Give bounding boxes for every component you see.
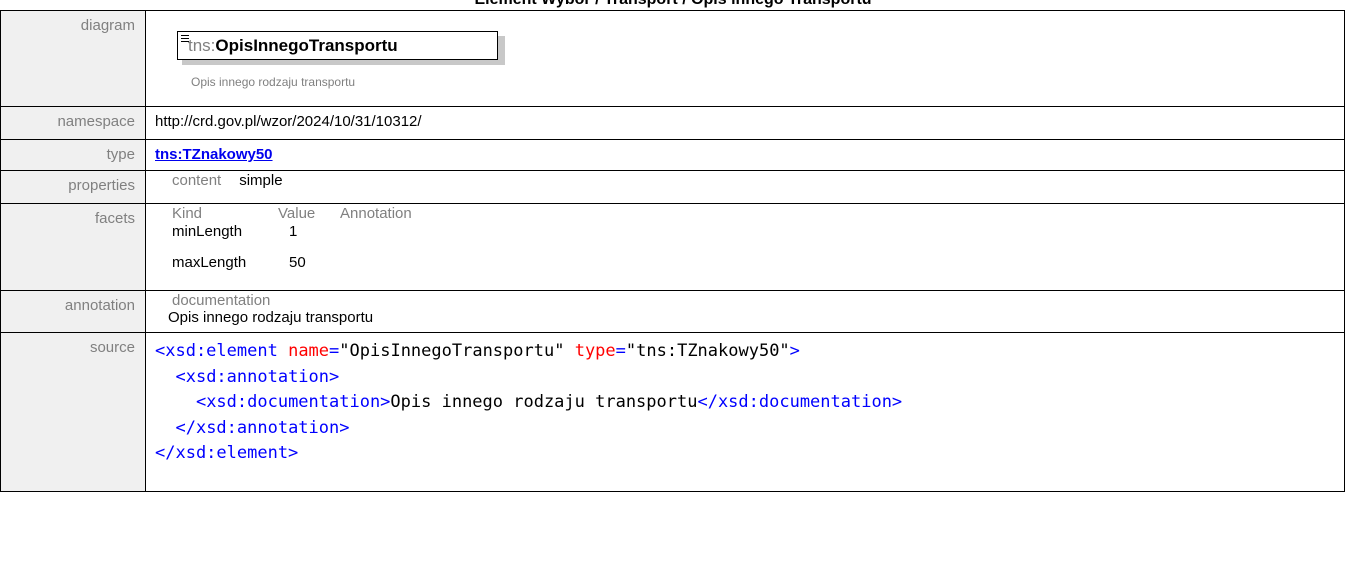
xml-attr-name: name <box>288 341 330 361</box>
properties-cell: content simple <box>145 170 1345 204</box>
annotation-value: Opis innego rodzaju transportu <box>168 309 374 326</box>
diagram-cell: tns:OpisInnegoTransportu Opis innego rod… <box>145 10 1345 107</box>
element-box: tns:OpisInnegoTransportu <box>177 31 498 60</box>
properties-key: content <box>172 172 222 189</box>
type-row: type tns:TZnakowy50 <box>0 139 1345 171</box>
xml-text: Opis innego rodzaju transportu <box>390 392 698 412</box>
xml-tag: </xsd:element> <box>155 443 299 463</box>
properties-label: properties <box>0 170 146 204</box>
schema-doc-table: diagram tns:OpisInnegoTransportu Opis in… <box>0 10 1345 492</box>
source-cell: <xsd:element name="OpisInnegoTransportu"… <box>145 332 1345 492</box>
namespace-value: http://crd.gov.pl/wzor/2024/10/31/10312/ <box>145 106 1345 140</box>
type-cell: tns:TZnakowy50 <box>145 139 1345 171</box>
facet-row: minLength 1 <box>172 222 1344 253</box>
source-row: source <xsd:element name="OpisInnegoTran… <box>0 332 1345 492</box>
facets-header: Kind Value Annotation <box>172 205 1344 222</box>
xml-tag: <xsd:element <box>155 341 278 361</box>
xml-tag: </xsd:annotation> <box>175 417 350 438</box>
xml-tag: <xsd:annotation> <box>175 366 340 387</box>
facets-row: facets Kind Value Annotation minLength 1… <box>0 203 1345 291</box>
xml-attr-value: "OpisInnegoTransportu" <box>339 341 565 361</box>
source-code: <xsd:element name="OpisInnegoTransportu"… <box>155 333 1344 467</box>
page-title: Element Wybor / Transport / Opis innego … <box>0 0 1346 9</box>
annotation-label: annotation <box>0 290 146 333</box>
facet-value: 50 <box>289 254 306 271</box>
xml-tag: > <box>789 341 800 361</box>
annotation-key: documentation <box>172 292 271 309</box>
xml-eq: = <box>329 341 340 361</box>
element-description: Opis innego rodzaju transportu <box>191 75 356 89</box>
facet-kind: minLength <box>172 223 243 240</box>
element-diagram-box: tns:OpisInnegoTransportu <box>177 31 505 65</box>
properties-value: simple <box>239 172 283 189</box>
properties-row: properties content simple <box>0 170 1345 204</box>
facet-kind: maxLength <box>172 254 247 271</box>
facets-label: facets <box>0 203 146 291</box>
xml-attr-name: type <box>574 341 616 361</box>
diagram-label: diagram <box>0 10 146 107</box>
source-label: source <box>0 332 146 492</box>
namespace-row: namespace http://crd.gov.pl/wzor/2024/10… <box>0 106 1345 140</box>
element-prefix: tns: <box>188 36 216 55</box>
annotation-row: annotation documentation Opis innego rod… <box>0 290 1345 333</box>
facets-header-annotation: Annotation <box>340 205 412 222</box>
facet-value: 1 <box>289 223 298 240</box>
facets-cell: Kind Value Annotation minLength 1 maxLen… <box>145 203 1345 291</box>
xml-tag: </xsd:documentation> <box>697 392 903 412</box>
type-label: type <box>0 139 146 171</box>
xml-eq: = <box>615 341 626 361</box>
annotation-cell: documentation Opis innego rodzaju transp… <box>145 290 1345 333</box>
element-name: OpisInnegoTransportu <box>215 36 398 55</box>
diagram-row: diagram tns:OpisInnegoTransportu Opis in… <box>0 10 1345 107</box>
lines-icon <box>181 35 189 42</box>
namespace-label: namespace <box>0 106 146 140</box>
facets-header-kind: Kind <box>172 205 203 222</box>
type-link[interactable]: tns:TZnakowy50 <box>155 146 273 163</box>
facet-row: maxLength 50 <box>172 253 1344 277</box>
xml-attr-value: "tns:TZnakowy50" <box>625 341 790 361</box>
xml-tag: <xsd:documentation> <box>195 392 391 412</box>
facets-header-value: Value <box>278 205 316 222</box>
